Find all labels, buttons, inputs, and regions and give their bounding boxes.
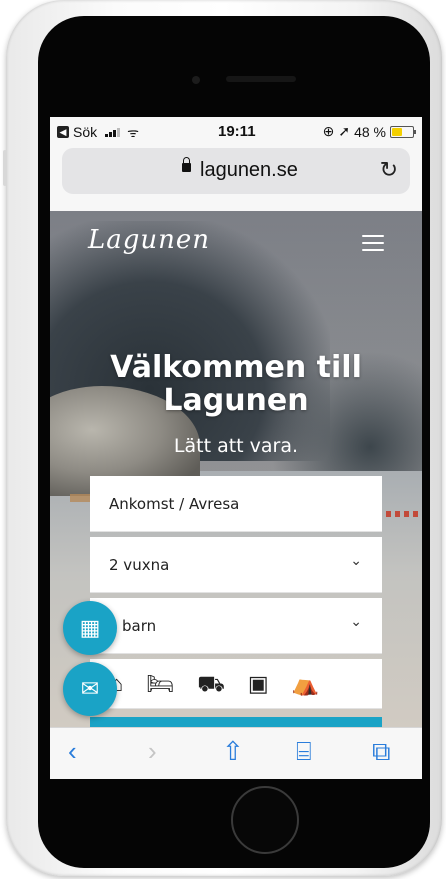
mail-button[interactable]: ✉ <box>63 662 117 716</box>
earpiece-speaker <box>226 76 296 82</box>
dates-field[interactable]: Ankomst / Avresa <box>90 476 382 532</box>
tabs-icon[interactable]: ⧉ <box>372 736 391 768</box>
adults-select[interactable]: 2 vuxna ⌄ <box>90 537 382 593</box>
signal-icon <box>105 127 121 137</box>
status-bar: ◀ Sök ᯤ 19:11 ⊕ ➚ 48 % <box>50 117 422 143</box>
accommodation-icons: ⌂ 🛏 ⛟ ▣ ⛺ <box>110 672 319 696</box>
clock: 19:11 <box>218 123 256 140</box>
hamburger-menu-icon[interactable] <box>362 235 384 251</box>
forward-icon[interactable]: › <box>148 736 157 767</box>
site-logo[interactable]: Lagunen <box>88 225 210 255</box>
calendar-icon: ▦ <box>79 615 101 640</box>
back-to-app-icon[interactable]: ◀ <box>57 126 69 138</box>
calendar-button[interactable]: ▦ <box>63 601 117 655</box>
phone-screen: ◀ Sök ᯤ 19:11 ⊕ ➚ 48 % lagunen.se ↻ Lagu… <box>50 117 422 779</box>
bookmarks-icon[interactable]: ⌸ <box>296 736 312 768</box>
battery-percent: 48 % <box>354 123 386 140</box>
chevron-down-icon: ⌄ <box>350 553 362 569</box>
adults-select-value: 2 vuxna <box>109 556 170 574</box>
address-bar[interactable]: lagunen.se ↻ <box>62 148 410 194</box>
back-icon[interactable]: ‹ <box>68 736 77 767</box>
caravan-icon[interactable]: ▣ <box>248 672 269 696</box>
wifi-icon: ᯤ <box>127 125 139 140</box>
chevron-down-icon: ⌄ <box>350 614 362 630</box>
share-icon[interactable]: ⇧ <box>222 736 244 767</box>
back-to-app-label[interactable]: Sök <box>73 124 97 140</box>
safari-toolbar: ‹ › ⇧ ⌸ ⧉ <box>50 727 422 779</box>
mail-icon: ✉ <box>80 676 100 701</box>
orientation-lock-icon: ⊕ <box>322 123 335 139</box>
battery-icon <box>390 125 416 138</box>
hero-subtitle: Lätt att vara. <box>173 435 299 457</box>
motorhome-icon[interactable]: ⛟ <box>197 672 225 696</box>
lock-icon <box>182 157 191 172</box>
tent-icon[interactable]: ⛺ <box>292 672 319 696</box>
children-select-value: barn <box>122 617 157 635</box>
bed-icon[interactable]: 🛏 <box>146 672 174 696</box>
reload-icon[interactable]: ↻ <box>380 157 398 183</box>
hero-buoys <box>386 511 422 517</box>
url-text[interactable]: lagunen.se <box>200 159 298 182</box>
dates-field-label: Ankomst / Avresa <box>109 495 240 513</box>
front-camera <box>192 76 200 84</box>
location-icon: ➚ <box>338 123 351 139</box>
hero-title: Välkommen till Lagunen <box>50 351 422 417</box>
children-select[interactable]: barn ⌄ <box>90 598 382 654</box>
mute-switch <box>3 150 7 186</box>
hero-title-line1: Välkommen till <box>110 350 362 385</box>
search-button[interactable] <box>90 717 382 727</box>
hero-title-line2: Lagunen <box>163 383 309 418</box>
battery-fill <box>392 127 402 136</box>
home-button[interactable] <box>231 786 299 854</box>
